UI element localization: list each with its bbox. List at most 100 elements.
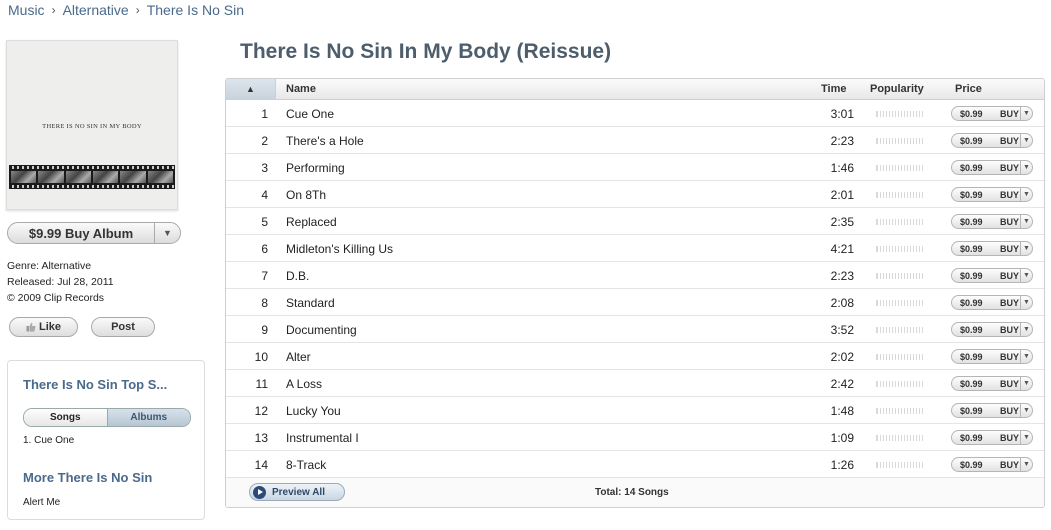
chevron-down-icon[interactable]: ▼ [1020,134,1032,147]
track-row[interactable]: 9 Documenting 3:52 $0.99 BUY ▼ [226,316,1044,343]
popularity-bar [876,111,925,117]
buy-track-button[interactable]: $0.99 BUY ▼ [951,160,1033,175]
chevron-down-icon[interactable]: ▼ [154,223,180,243]
track-name[interactable]: Standard [286,296,335,310]
track-name[interactable]: Documenting [286,323,357,337]
track-row[interactable]: 5 Replaced 2:35 $0.99 BUY ▼ [226,208,1044,235]
column-price-header[interactable]: Price [955,83,982,95]
track-price: $0.99 [960,243,983,254]
chevron-down-icon[interactable]: ▼ [1020,323,1032,336]
track-row[interactable]: 12 Lucky You 1:48 $0.99 BUY ▼ [226,397,1044,424]
chevron-down-icon[interactable]: ▼ [1020,296,1032,309]
track-price: $0.99 [960,216,983,227]
breadcrumb-music[interactable]: Music [8,2,45,18]
chevron-down-icon[interactable]: ▼ [1020,161,1032,174]
track-name[interactable]: On 8Th [286,188,326,202]
songs-albums-toggle: Songs Albums [23,408,191,427]
track-name[interactable]: Replaced [286,215,337,229]
track-name[interactable]: Instrumental I [286,431,359,445]
buy-track-button[interactable]: $0.99 BUY ▼ [951,268,1033,283]
chevron-down-icon[interactable]: ▼ [1020,242,1032,255]
track-name[interactable]: D.B. [286,269,309,283]
track-name[interactable]: 8-Track [286,458,326,472]
buy-track-button[interactable]: $0.99 BUY ▼ [951,349,1033,364]
buy-track-button[interactable]: $0.99 BUY ▼ [951,430,1033,445]
sort-ascending-icon[interactable]: ▲ [226,79,276,99]
buy-label: BUY [1000,324,1020,335]
alert-me-link[interactable]: Alert Me [23,497,60,508]
chevron-down-icon[interactable]: ▼ [1020,377,1032,390]
buy-label: BUY [1000,108,1020,119]
chevron-down-icon[interactable]: ▼ [1020,215,1032,228]
top-songs-heading[interactable]: There Is No Sin Top S... [23,377,167,392]
chevron-down-icon[interactable]: ▼ [1020,431,1032,444]
track-row[interactable]: 11 A Loss 2:42 $0.99 BUY ▼ [226,370,1044,397]
track-row[interactable]: 1 Cue One 3:01 $0.99 BUY ▼ [226,100,1044,127]
track-name[interactable]: Cue One [286,107,334,121]
buy-label: BUY [1000,405,1020,416]
chevron-down-icon[interactable]: ▼ [1020,269,1032,282]
chevron-down-icon[interactable]: ▼ [1020,458,1032,471]
popularity-bar [876,300,925,306]
chevron-down-icon[interactable]: ▼ [1020,107,1032,120]
track-name[interactable]: Alter [286,350,311,364]
track-list-header: ▲ Name Time Popularity Price [226,79,1044,100]
buy-album-button[interactable]: $9.99 Buy Album ▼ [7,222,181,244]
buy-track-button[interactable]: $0.99 BUY ▼ [951,457,1033,472]
preview-all-button[interactable]: Preview All [249,483,345,501]
column-name-header[interactable]: Name [286,83,316,95]
track-time: 1:46 [830,161,854,175]
column-popularity-header[interactable]: Popularity [870,83,924,95]
track-list-footer: Preview All Total: 14 Songs [226,478,1044,507]
top-song-item[interactable]: 1. Cue One [23,435,74,446]
track-row[interactable]: 3 Performing 1:46 $0.99 BUY ▼ [226,154,1044,181]
buy-track-button[interactable]: $0.99 BUY ▼ [951,241,1033,256]
album-artwork: THERE IS NO SIN IN MY BODY [6,40,178,210]
track-row[interactable]: 7 D.B. 2:23 $0.99 BUY ▼ [226,262,1044,289]
track-name[interactable]: There's a Hole [286,134,364,148]
post-button[interactable]: Post [91,317,155,337]
artist-sidebar-box: There Is No Sin Top S... Songs Albums 1.… [7,360,205,520]
track-price: $0.99 [960,459,983,470]
buy-track-button[interactable]: $0.99 BUY ▼ [951,376,1033,391]
popularity-bar [876,462,925,468]
buy-track-button[interactable]: $0.99 BUY ▼ [951,106,1033,121]
like-button[interactable]: Like [9,317,78,337]
track-name[interactable]: Performing [286,161,345,175]
buy-track-button[interactable]: $0.99 BUY ▼ [951,133,1033,148]
track-row[interactable]: 8 Standard 2:08 $0.99 BUY ▼ [226,289,1044,316]
breadcrumb-alternative[interactable]: Alternative [63,2,129,18]
track-name[interactable]: A Loss [286,377,322,391]
track-row[interactable]: 2 There's a Hole 2:23 $0.99 BUY ▼ [226,127,1044,154]
buy-track-button[interactable]: $0.99 BUY ▼ [951,322,1033,337]
chevron-down-icon[interactable]: ▼ [1020,350,1032,363]
track-number: 10 [254,350,268,364]
track-time: 2:08 [830,296,854,310]
chevron-down-icon[interactable]: ▼ [1020,404,1032,417]
track-name[interactable]: Midleton's Killing Us [286,242,393,256]
track-row[interactable]: 10 Alter 2:02 $0.99 BUY ▼ [226,343,1044,370]
buy-track-button[interactable]: $0.99 BUY ▼ [951,403,1033,418]
track-row[interactable]: 13 Instrumental I 1:09 $0.99 BUY ▼ [226,424,1044,451]
preview-all-label: Preview All [272,486,325,498]
tab-albums[interactable]: Albums [106,409,190,426]
track-row[interactable]: 14 8-Track 1:26 $0.99 BUY ▼ [226,451,1044,478]
buy-track-button[interactable]: $0.99 BUY ▼ [951,187,1033,202]
chevron-down-icon[interactable]: ▼ [1020,188,1032,201]
buy-label: BUY [1000,297,1020,308]
track-row[interactable]: 6 Midleton's Killing Us 4:21 $0.99 BUY ▼ [226,235,1044,262]
track-name[interactable]: Lucky You [286,404,341,418]
popularity-bar [876,246,925,252]
release-date-text: Released: Jul 28, 2011 [7,276,114,288]
popularity-bar [876,327,925,333]
track-number: 12 [254,404,268,418]
tab-songs[interactable]: Songs [24,409,107,426]
buy-track-button[interactable]: $0.99 BUY ▼ [951,214,1033,229]
track-row[interactable]: 4 On 8Th 2:01 $0.99 BUY ▼ [226,181,1044,208]
buy-track-button[interactable]: $0.99 BUY ▼ [951,295,1033,310]
buy-album-label: $9.99 Buy Album [28,225,134,241]
more-by-artist-heading[interactable]: More There Is No Sin [23,470,152,485]
column-time-header[interactable]: Time [821,83,846,95]
breadcrumb-artist[interactable]: There Is No Sin [147,2,244,18]
album-artwork-text: THERE IS NO SIN IN MY BODY [42,123,142,130]
